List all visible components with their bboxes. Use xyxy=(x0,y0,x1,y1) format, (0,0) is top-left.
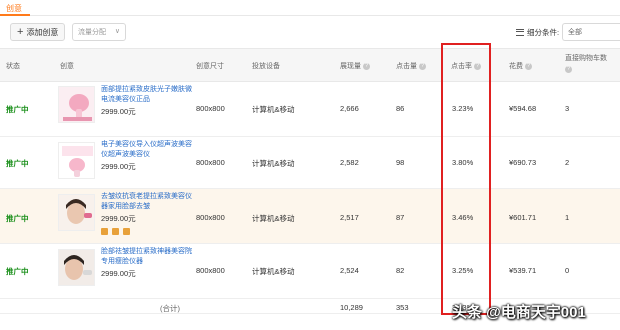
col-ctr[interactable]: 点击率? xyxy=(451,61,481,71)
table-header: 状态 创意 创意尺寸 投放设备 展现量? 点击量? 点击率? 花费? 直接购物车… xyxy=(0,48,620,82)
total-impressions: 10,289 xyxy=(340,303,363,312)
tab-creative[interactable]: 创意 xyxy=(0,0,30,16)
col-creative: 创意 xyxy=(60,63,74,70)
traffic-allocation-select[interactable]: 流量分配 ∨ xyxy=(72,23,126,41)
col-size: 创意尺寸 xyxy=(196,63,224,70)
table-row: 推广中 面部提拉紧致皮肤光子嫩肤微电流美容仪正品 2999.00元 800x80… xyxy=(0,82,620,137)
help-icon: ? xyxy=(363,62,370,70)
clicks-cell: 98 xyxy=(396,158,405,167)
device-cell: 计算机&移动 xyxy=(252,159,295,168)
creative-thumbnail[interactable] xyxy=(58,86,95,123)
model-image xyxy=(59,195,94,230)
table-row: 推广中 脸部祛皱提拉紧致神器美容院专用瘦脸仪器 2999.00元 800x800… xyxy=(0,244,620,299)
cost-cell: ¥690.73 xyxy=(509,158,537,167)
impressions-cell: 2,517 xyxy=(340,213,359,222)
add-creative-label: 添加创意 xyxy=(26,27,59,37)
col-cost[interactable]: 花费? xyxy=(509,61,532,71)
segment-filter-select[interactable]: 全部 xyxy=(562,23,620,41)
status-badge: 推广中 xyxy=(6,159,29,168)
status-badge: 推广中 xyxy=(6,105,29,114)
impressions-cell: 2,524 xyxy=(340,266,359,275)
cost-cell: ¥601.71 xyxy=(509,213,537,222)
traffic-allocation-value: 流量分配 xyxy=(78,29,106,36)
ctr-cell: 3.46% xyxy=(452,213,474,222)
creative-title-link[interactable]: 电子美容仪导入仪超声波美容仪超声波美容仪 xyxy=(101,140,193,160)
help-icon: ? xyxy=(419,62,426,70)
creative-title-link[interactable]: 面部提拉紧致皮肤光子嫩肤微电流美容仪正品 xyxy=(101,85,193,105)
total-clicks: 353 xyxy=(396,303,409,312)
help-icon: ? xyxy=(525,62,532,70)
col-device: 投放设备 xyxy=(252,63,280,70)
cost-cell: ¥539.71 xyxy=(509,266,537,275)
size-cell: 800x800 xyxy=(196,213,225,222)
plus-icon: + xyxy=(17,25,24,38)
total-label: (合计) xyxy=(160,304,180,313)
ctr-cell: 3.80% xyxy=(452,158,474,167)
col-impressions[interactable]: 展现量? xyxy=(340,61,370,71)
cart-cell: 2 xyxy=(565,158,570,167)
device-cell: 计算机&移动 xyxy=(252,214,295,223)
size-cell: 800x800 xyxy=(196,266,225,275)
clicks-cell: 82 xyxy=(396,266,405,275)
creative-thumbnail[interactable] xyxy=(58,249,95,286)
edit-icon[interactable] xyxy=(101,228,108,235)
copy-icon[interactable] xyxy=(123,228,130,235)
cart-cell: 3 xyxy=(565,104,570,113)
list-icon xyxy=(516,29,524,36)
model-image xyxy=(59,250,94,285)
chevron-down-icon: ∨ xyxy=(114,28,120,35)
cart-cell: 0 xyxy=(565,266,570,275)
creative-thumbnail[interactable] xyxy=(58,142,95,179)
help-icon: ? xyxy=(565,66,572,73)
table-row: 推广中 电子美容仪导入仪超声波美容仪超声波美容仪 2999.00元 800x80… xyxy=(0,137,620,189)
creative-title-link[interactable]: 去皱纹抗衰老提拉紧致美容仪器家用脸部去皱 xyxy=(101,192,193,212)
creative-title-link[interactable]: 脸部祛皱提拉紧致神器美容院专用瘦脸仪器 xyxy=(101,247,193,267)
size-cell: 800x800 xyxy=(196,104,225,113)
watermark: 头条 @电商天宇001 xyxy=(452,301,586,322)
size-cell: 800x800 xyxy=(196,158,225,167)
creative-thumbnail[interactable] xyxy=(58,194,95,231)
device-image xyxy=(59,143,94,178)
ctr-cell: 3.25% xyxy=(452,266,474,275)
table-row: 推广中 去皱纹抗衰老提拉紧致美容仪器家用脸部去皱 2999.00元 800x80… xyxy=(0,189,620,244)
creative-price: 2999.00元 xyxy=(101,269,136,278)
clicks-cell: 87 xyxy=(396,213,405,222)
watermark-text: 头条 @电商天宇001 xyxy=(452,304,586,321)
col-clicks[interactable]: 点击量? xyxy=(396,61,426,71)
col-cart[interactable]: 直接购物车数? xyxy=(565,54,620,74)
delete-icon[interactable] xyxy=(112,228,119,235)
creative-price: 2999.00元 xyxy=(101,107,136,116)
row-actions xyxy=(101,228,130,235)
impressions-cell: 2,666 xyxy=(340,104,359,113)
clicks-cell: 86 xyxy=(396,104,405,113)
tab-bar: 创意 xyxy=(0,0,620,16)
creative-price: 2999.00元 xyxy=(101,214,136,223)
impressions-cell: 2,582 xyxy=(340,158,359,167)
segment-filter-label: 细分条件: xyxy=(516,27,559,38)
help-icon: ? xyxy=(474,62,481,70)
col-status: 状态 xyxy=(6,63,20,70)
toolbar: + 添加创意 流量分配 ∨ 细分条件: 全部 xyxy=(0,18,620,46)
creative-price: 2999.00元 xyxy=(101,162,136,171)
cost-cell: ¥594.68 xyxy=(509,104,537,113)
segment-filter-text: 细分条件: xyxy=(527,28,560,37)
device-cell: 计算机&移动 xyxy=(252,105,295,114)
status-badge: 推广中 xyxy=(6,214,29,223)
status-badge: 推广中 xyxy=(6,267,29,276)
segment-filter-value: 全部 xyxy=(568,29,582,36)
cart-cell: 1 xyxy=(565,213,570,222)
device-cell: 计算机&移动 xyxy=(252,267,295,276)
device-image xyxy=(59,87,94,122)
ctr-cell: 3.23% xyxy=(452,104,474,113)
add-creative-button[interactable]: + 添加创意 xyxy=(10,23,66,41)
